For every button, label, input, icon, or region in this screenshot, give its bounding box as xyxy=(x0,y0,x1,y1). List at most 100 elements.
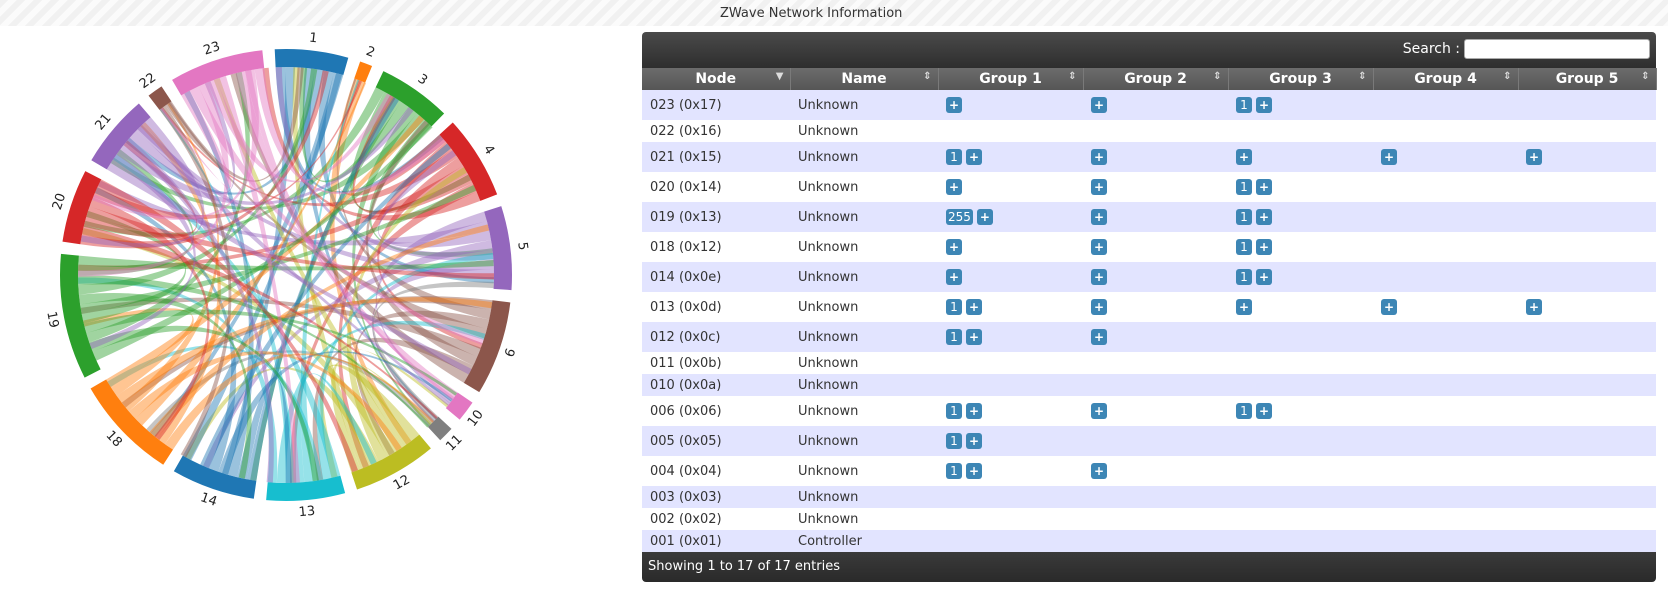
group-5-cell xyxy=(1518,352,1656,374)
table-row[interactable]: 023 (0x17) Unknown + +1 + xyxy=(642,90,1656,120)
name-cell: Unknown xyxy=(798,149,859,165)
add-association-button[interactable]: + xyxy=(1091,269,1107,285)
table-row[interactable]: 013 (0x0d) Unknown 1 + + + + + xyxy=(642,292,1656,322)
association-badge-button[interactable]: 1 xyxy=(946,463,962,479)
association-badge-button[interactable]: 1 xyxy=(1236,97,1252,113)
node-cell: 023 (0x17) xyxy=(650,97,722,113)
add-association-button[interactable]: + xyxy=(1091,329,1107,345)
group-5-cell: + xyxy=(1518,292,1656,322)
node-cell: 018 (0x12) xyxy=(650,239,722,255)
add-association-button[interactable]: + xyxy=(1236,149,1252,165)
col-header-group-2[interactable]: Group 2 ⇕ xyxy=(1083,68,1229,90)
group-5-cell xyxy=(1518,426,1656,456)
add-association-button[interactable]: + xyxy=(1256,239,1272,255)
add-association-button[interactable]: + xyxy=(946,239,962,255)
table-row[interactable]: 019 (0x13) Unknown 255 + +1 + xyxy=(642,202,1656,232)
group-1-cell: 1 + xyxy=(938,292,1083,322)
col-header-group-3[interactable]: Group 3 ⇕ xyxy=(1228,68,1374,90)
add-association-button[interactable]: + xyxy=(966,299,982,315)
add-association-button[interactable]: + xyxy=(1236,299,1252,315)
table-row[interactable]: 021 (0x15) Unknown 1 + + + + + xyxy=(642,142,1656,172)
add-association-button[interactable]: + xyxy=(1091,463,1107,479)
sort-icon: ⇕ xyxy=(1641,71,1650,82)
add-association-button[interactable]: + xyxy=(966,149,982,165)
group-1-cell xyxy=(938,486,1083,508)
table-row[interactable]: 018 (0x12) Unknown + +1 + xyxy=(642,232,1656,262)
table-row[interactable]: 014 (0x0e) Unknown + +1 + xyxy=(642,262,1656,292)
add-association-button[interactable]: + xyxy=(946,269,962,285)
group-2-cell: + xyxy=(1083,292,1228,322)
chord-ribbons xyxy=(78,67,495,483)
add-association-button[interactable]: + xyxy=(976,209,993,225)
group-3-cell xyxy=(1228,508,1373,530)
group-1-cell: 1 + xyxy=(938,322,1083,352)
add-association-button[interactable]: + xyxy=(966,463,982,479)
name-cell: Unknown xyxy=(798,209,859,225)
table-row[interactable]: 002 (0x02) Unknown xyxy=(642,508,1656,530)
network-table-panel: Search : Node ▼ Name ⇕ Group 1 ⇕ Group 2 ⇕ G… xyxy=(642,32,1657,582)
col-header-group-4[interactable]: Group 4 ⇕ xyxy=(1373,68,1519,90)
add-association-button[interactable]: + xyxy=(1091,149,1107,165)
chord-group-label: 23 xyxy=(202,39,222,58)
add-association-button[interactable]: + xyxy=(1381,299,1397,315)
table-row[interactable]: 012 (0x0c) Unknown 1 + + xyxy=(642,322,1656,352)
table-row[interactable]: 020 (0x14) Unknown + +1 + xyxy=(642,172,1656,202)
association-badge-button[interactable]: 1 xyxy=(1236,403,1252,419)
add-association-button[interactable]: + xyxy=(1526,149,1542,165)
add-association-button[interactable]: + xyxy=(966,403,982,419)
group-5-cell xyxy=(1518,172,1656,202)
group-4-cell xyxy=(1373,396,1518,426)
add-association-button[interactable]: + xyxy=(1256,269,1272,285)
col-header-name[interactable]: Name ⇕ xyxy=(790,68,939,90)
add-association-button[interactable]: + xyxy=(1256,97,1272,113)
add-association-button[interactable]: + xyxy=(946,179,962,195)
table-row[interactable]: 022 (0x16) Unknown xyxy=(642,120,1656,142)
add-association-button[interactable]: + xyxy=(1256,179,1272,195)
table-row[interactable]: 001 (0x01) Controller xyxy=(642,530,1656,552)
name-cell: Unknown xyxy=(798,299,859,315)
add-association-button[interactable]: + xyxy=(1091,299,1107,315)
add-association-button[interactable]: + xyxy=(946,97,962,113)
group-2-cell xyxy=(1083,486,1228,508)
group-1-cell: 1 + xyxy=(938,142,1083,172)
add-association-button[interactable]: + xyxy=(1256,403,1272,419)
association-badge-button[interactable]: 1 xyxy=(1236,269,1252,285)
association-badge-button[interactable]: 1 xyxy=(1236,239,1252,255)
table-row[interactable]: 010 (0x0a) Unknown xyxy=(642,374,1656,396)
table-row[interactable]: 004 (0x04) Unknown 1 + + xyxy=(642,456,1656,486)
add-association-button[interactable]: + xyxy=(1091,239,1107,255)
table-row[interactable]: 006 (0x06) Unknown 1 + +1 + xyxy=(642,396,1656,426)
association-badge-button[interactable]: 1 xyxy=(946,329,962,345)
add-association-button[interactable]: + xyxy=(1381,149,1397,165)
search-input[interactable] xyxy=(1464,39,1650,59)
association-badge-button[interactable]: 255 xyxy=(946,209,973,225)
name-cell: Unknown xyxy=(798,377,859,393)
table-row[interactable]: 011 (0x0b) Unknown xyxy=(642,352,1656,374)
association-badge-button[interactable]: 1 xyxy=(1236,209,1252,225)
group-4-cell xyxy=(1373,374,1518,396)
association-badge-button[interactable]: 1 xyxy=(946,403,962,419)
association-badge-button[interactable]: 1 xyxy=(946,299,962,315)
add-association-button[interactable]: + xyxy=(1091,403,1107,419)
col-header-node[interactable]: Node ▼ xyxy=(642,68,791,90)
table-row[interactable]: 005 (0x05) Unknown 1 + xyxy=(642,426,1656,456)
add-association-button[interactable]: + xyxy=(1091,209,1107,225)
table-row[interactable]: 003 (0x03) Unknown xyxy=(642,486,1656,508)
add-association-button[interactable]: + xyxy=(1526,299,1542,315)
sort-icon: ⇕ xyxy=(1213,71,1222,82)
chord-group-label: 12 xyxy=(391,472,413,493)
group-1-cell: + xyxy=(938,262,1083,292)
add-association-button[interactable]: + xyxy=(966,329,982,345)
node-cell: 012 (0x0c) xyxy=(650,329,721,345)
association-badge-button[interactable]: 1 xyxy=(946,149,962,165)
col-header-group-5[interactable]: Group 5 ⇕ xyxy=(1518,68,1657,90)
add-association-button[interactable]: + xyxy=(966,433,982,449)
association-badge-button[interactable]: 1 xyxy=(1236,179,1252,195)
add-association-button[interactable]: + xyxy=(1091,179,1107,195)
group-2-cell xyxy=(1083,426,1228,456)
col-header-group-1[interactable]: Group 1 ⇕ xyxy=(938,68,1084,90)
association-badge-button[interactable]: 1 xyxy=(946,433,962,449)
add-association-button[interactable]: + xyxy=(1091,97,1107,113)
add-association-button[interactable]: + xyxy=(1256,209,1272,225)
group-4-cell: + xyxy=(1373,292,1518,322)
